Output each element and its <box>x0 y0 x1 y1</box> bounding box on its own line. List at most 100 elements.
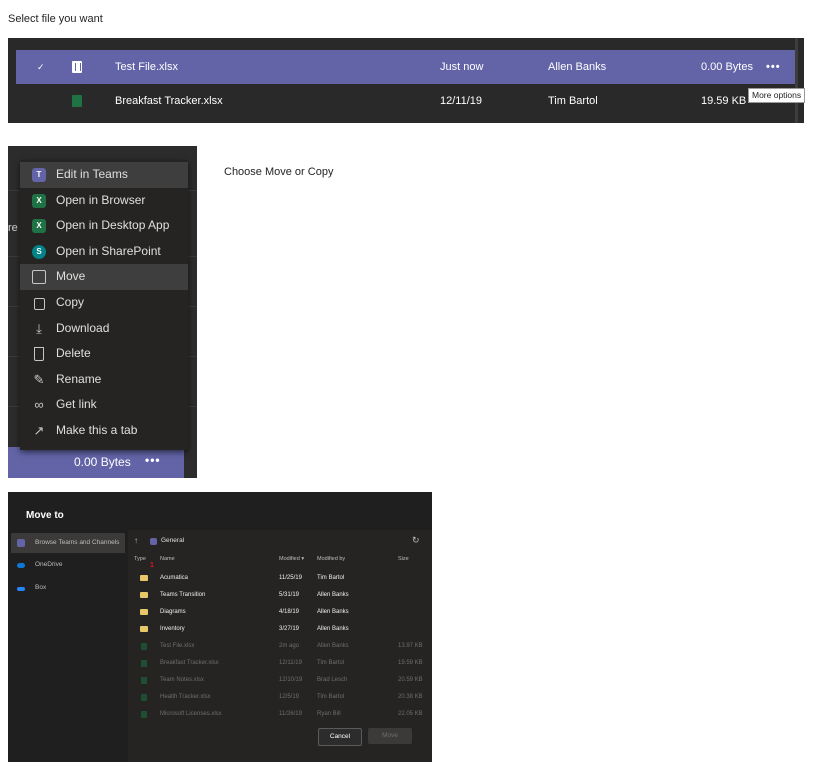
file-row-disabled: Test File.xlsx 2m ago Allen Banks 13.97 … <box>128 638 428 655</box>
menu-item-copy[interactable]: Copy <box>20 290 188 316</box>
file-modified: Just now <box>440 61 484 73</box>
dialog-title: Move to <box>26 510 64 521</box>
file-name[interactable]: Test File.xlsx <box>115 50 178 84</box>
row-modified: 11/25/19 <box>279 575 302 581</box>
row-modified-by: Tim Bartol <box>317 694 345 700</box>
row-modified: 11/26/19 <box>279 711 302 717</box>
menu-item-label: Download <box>56 320 110 335</box>
row-size: 20.38 KB <box>398 694 423 700</box>
folder-icon <box>140 626 148 632</box>
folder-row[interactable]: Teams Transition 5/31/19 Allen Banks <box>128 587 428 604</box>
column-size[interactable]: Size <box>398 556 409 568</box>
column-type[interactable]: Type <box>134 556 146 568</box>
row-modified: 2m ago <box>279 643 300 649</box>
menu-item-make-this-a-tab[interactable]: ↗ Make this a tab <box>20 418 188 444</box>
menu-item-delete[interactable]: Delete <box>20 341 188 367</box>
download-icon: ⤓ <box>36 320 42 336</box>
breadcrumb[interactable]: General <box>161 537 184 544</box>
onedrive-icon <box>17 563 25 568</box>
sidebar-item-label: OneDrive <box>35 561 63 568</box>
menu-item-download[interactable]: ⤓ Download <box>20 316 188 342</box>
row-name: Diagrams <box>160 609 186 615</box>
more-options-button[interactable]: ••• <box>766 50 781 84</box>
menu-item-open-in-desktop-app[interactable]: X Open in Desktop App <box>20 213 188 239</box>
column-modified-by[interactable]: Modified by <box>317 556 345 568</box>
row-modified-by: Allen Banks <box>317 626 349 632</box>
folder-row[interactable]: Acumatica 11/25/19 Tim Bartol <box>128 570 428 587</box>
file-row-disabled: Microsoft Licenses.xlsx 11/26/19 Ryan Bi… <box>128 706 428 723</box>
sidebar-item-label: Box <box>35 584 47 591</box>
location-sidebar: Browse Teams and Channels OneDrive Box <box>8 530 126 762</box>
teams-icon <box>150 538 157 545</box>
sidebar-item-onedrive[interactable]: OneDrive <box>11 555 125 575</box>
sharepoint-icon: S <box>32 244 46 259</box>
row-modified-by: Ryan Bill <box>317 711 341 717</box>
menu-item-open-in-sharepoint[interactable]: S Open in SharePoint <box>20 239 188 265</box>
menu-item-label: Open in Browser <box>56 192 146 207</box>
row-modified: 4/18/19 <box>279 609 300 615</box>
file-size: 19.59 KB <box>701 95 747 107</box>
file-modified-by: Tim Bartol <box>548 95 598 107</box>
file-row-selected[interactable]: ✓ Test File.xlsx Just now Allen Banks 0.… <box>16 50 798 84</box>
menu-item-label: Edit in Teams <box>56 167 128 181</box>
folder-row[interactable]: Diagrams 4/18/19 Allen Banks <box>128 604 428 621</box>
move-icon <box>32 270 46 285</box>
partial-text: re <box>8 222 18 234</box>
file-modified-by: Allen Banks <box>548 61 607 73</box>
menu-item-label: Delete <box>56 346 91 361</box>
row-modified: 5/31/19 <box>279 592 300 598</box>
excel-file-icon <box>141 643 147 650</box>
sidebar-item-teams[interactable]: Browse Teams and Channels <box>11 533 125 553</box>
row-name: Inventory <box>160 626 185 632</box>
file-name[interactable]: Breakfast Tracker.xlsx <box>115 84 223 118</box>
up-arrow-icon[interactable]: ↑ <box>134 536 138 545</box>
selected-row-fragment[interactable]: 0.00 Bytes ••• <box>8 447 184 478</box>
sidebar-item-box[interactable]: Box <box>11 578 125 598</box>
file-list: ✓ Test File.xlsx Just now Allen Banks 0.… <box>8 38 804 123</box>
menu-item-label: Open in SharePoint <box>56 243 161 258</box>
excel-file-icon <box>72 61 82 73</box>
excel-file-icon <box>141 660 147 667</box>
column-modified[interactable]: Modified ▾ <box>279 556 304 568</box>
rename-icon: ✎ <box>33 371 45 387</box>
row-name: Acumatica <box>160 575 189 581</box>
menu-item-move[interactable]: Move <box>20 264 188 290</box>
excel-file-icon <box>141 677 147 684</box>
file-row-disabled: Health Tracker.xlsx 12/5/19 Tim Bartol 2… <box>128 689 428 706</box>
menu-item-label: Make this a tab <box>56 423 138 437</box>
teams-icon <box>17 539 25 547</box>
row-modified: 3/27/19 <box>279 626 300 632</box>
move-button[interactable]: Move <box>368 728 412 744</box>
file-row[interactable]: Breakfast Tracker.xlsx 12/11/19 Tim Bart… <box>16 84 798 118</box>
trash-icon <box>34 347 44 362</box>
scrollbar[interactable] <box>795 38 798 123</box>
row-modified-by: Brad Lesch <box>317 677 348 683</box>
box-icon <box>17 587 25 591</box>
column-name[interactable]: Name <box>160 556 175 568</box>
row-modified-by: Allen Banks <box>317 592 349 598</box>
file-size: 0.00 Bytes <box>74 455 131 469</box>
sidebar-item-label: Browse Teams and Channels <box>35 539 120 546</box>
refresh-icon[interactable]: ↻ <box>412 535 420 546</box>
menu-item-rename[interactable]: ✎ Rename <box>20 367 188 393</box>
teams-icon: T <box>32 168 46 182</box>
external-tab-icon: ↗ <box>33 423 45 438</box>
step1-caption: Select file you want <box>8 13 103 25</box>
more-options-button[interactable]: ••• <box>145 453 161 467</box>
checkmark-icon[interactable]: ✓ <box>37 50 45 84</box>
context-menu: T Edit in Teams X Open in Browser X Open… <box>20 160 188 450</box>
folder-icon <box>140 575 148 581</box>
menu-item-open-in-browser[interactable]: X Open in Browser <box>20 188 188 214</box>
folder-row[interactable]: Inventory 3/27/19 Allen Banks <box>128 621 428 638</box>
cancel-button[interactable]: Cancel <box>318 728 362 746</box>
folder-browser: ↑ General ↻ Type Name Modified ▾ Modifie… <box>128 530 432 762</box>
row-name: Health Tracker.xlsx <box>160 694 211 700</box>
excel-icon: X <box>32 219 46 234</box>
menu-item-edit-in-teams[interactable]: T Edit in Teams <box>20 162 188 188</box>
row-modified: 12/5/19 <box>279 694 300 700</box>
excel-file-icon <box>72 95 82 107</box>
step2-caption: Choose Move or Copy <box>224 166 334 178</box>
row-modified-by: Allen Banks <box>317 609 349 615</box>
copy-icon <box>34 298 45 310</box>
menu-item-get-link[interactable]: ∞ Get link <box>20 392 188 418</box>
